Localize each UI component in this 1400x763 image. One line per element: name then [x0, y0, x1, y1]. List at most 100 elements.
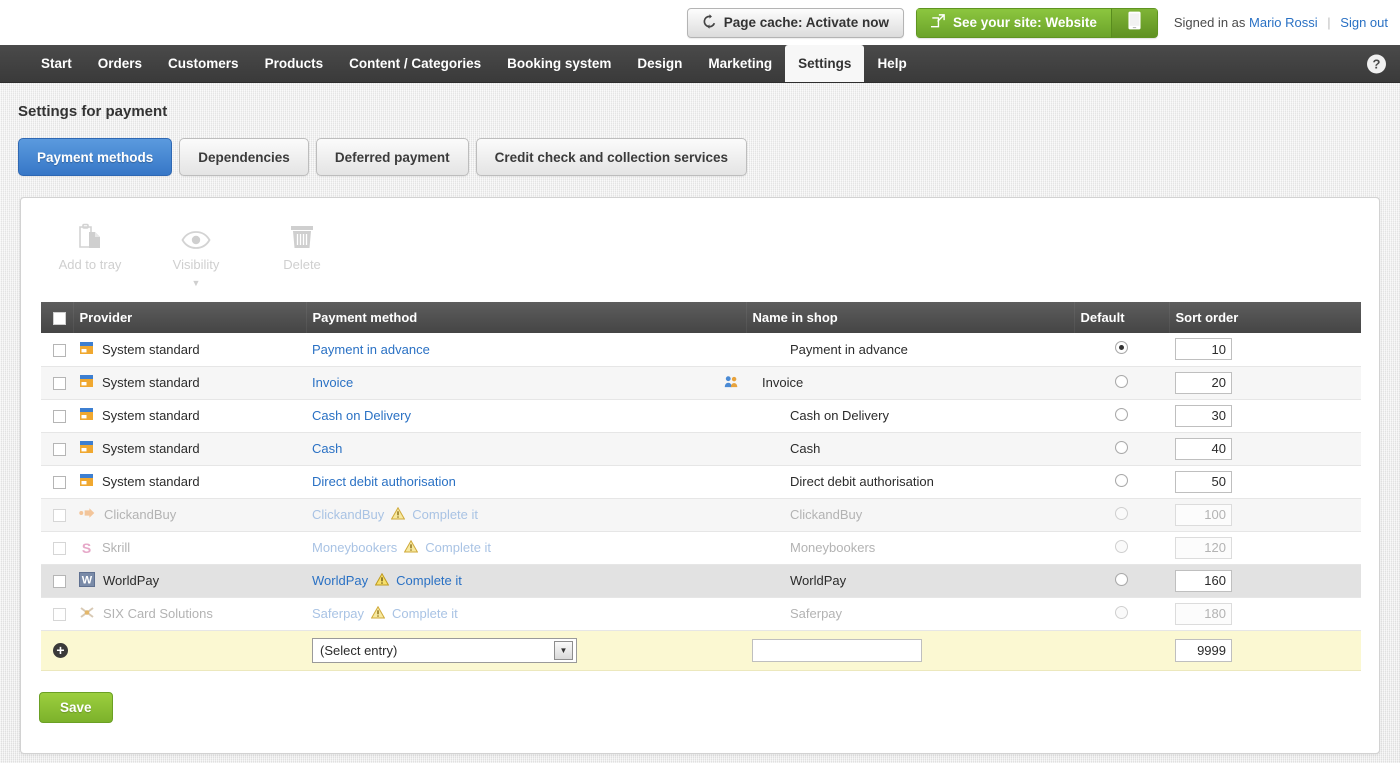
complete-it-link[interactable]: Complete it — [392, 606, 458, 621]
name-in-shop-label: Saferpay — [790, 606, 843, 621]
plus-circle-icon[interactable]: + — [53, 642, 68, 658]
sort-order-input[interactable] — [1175, 536, 1232, 559]
row-checkbox[interactable] — [53, 542, 66, 556]
sort-order-input[interactable] — [1175, 602, 1232, 625]
row-checkbox[interactable] — [53, 377, 66, 391]
payment-method-link[interactable]: Invoice — [312, 375, 353, 390]
default-radio[interactable] — [1115, 341, 1128, 355]
complete-it-link[interactable]: Complete it — [412, 507, 478, 522]
payment-method-link[interactable]: Moneybookers — [312, 540, 397, 555]
payment-method-link[interactable]: Payment in advance — [312, 342, 430, 357]
nav-item-settings[interactable]: Settings — [785, 45, 865, 82]
sort-order-input[interactable] — [1175, 470, 1232, 493]
nav-item-products[interactable]: Products — [252, 45, 337, 82]
payment-method-link[interactable]: WorldPay — [312, 573, 368, 588]
default-radio[interactable] — [1115, 440, 1128, 454]
default-radio[interactable] — [1115, 506, 1128, 520]
chevron-down-icon[interactable]: ▼ — [192, 279, 201, 288]
table-row: System standard Cash on Delivery Cash on… — [41, 399, 1361, 433]
row-checkbox[interactable] — [53, 410, 66, 424]
sort-order-input[interactable] — [1175, 437, 1232, 460]
nav-item-content-categories[interactable]: Content / Categories — [336, 45, 494, 82]
tab-payment-methods[interactable]: Payment methods — [18, 138, 173, 176]
column-sort-order[interactable]: Sort order — [1169, 302, 1361, 333]
name-in-shop-label: Payment in advance — [790, 341, 908, 357]
top-bar: Page cache: Activate now See your site: … — [0, 0, 1400, 45]
chevron-down-icon[interactable]: ▼ — [554, 640, 573, 660]
default-radio[interactable] — [1115, 572, 1128, 586]
status-separator: | — [1327, 15, 1331, 30]
mobile-preview-button[interactable] — [1111, 7, 1158, 38]
page-cache-button[interactable]: Page cache: Activate now — [686, 7, 905, 38]
tab-credit-check[interactable]: Credit check and collection services — [475, 138, 747, 176]
default-radio[interactable] — [1115, 473, 1128, 487]
provider-label: System standard — [102, 375, 200, 390]
payment-card-icon — [79, 374, 94, 391]
cell-sort-order — [1169, 399, 1361, 433]
payment-method-link[interactable]: Saferpay — [312, 606, 364, 621]
see-your-site-button[interactable]: See your site: Website — [916, 7, 1112, 38]
name-in-shop-label: Cash on Delivery — [790, 408, 889, 423]
tab-deferred-payment[interactable]: Deferred payment — [315, 138, 469, 176]
payment-method-link[interactable]: Cash — [312, 441, 342, 456]
sort-order-input[interactable] — [1175, 503, 1232, 526]
name-in-shop-input[interactable] — [752, 638, 922, 662]
complete-it-link[interactable]: Complete it — [396, 573, 462, 588]
add-to-tray-button[interactable]: Add to tray — [51, 220, 129, 272]
column-name-in-shop[interactable]: Name in shop — [746, 302, 1075, 333]
row-checkbox[interactable] — [53, 575, 66, 589]
cell-name-in-shop: Invoice — [724, 366, 1074, 400]
sort-order-input[interactable] — [1175, 338, 1232, 361]
nav-item-booking-system[interactable]: Booking system — [494, 45, 624, 82]
sign-out-link[interactable]: Sign out — [1340, 15, 1388, 30]
column-provider[interactable]: Provider — [73, 302, 307, 333]
cell-name-in-shop: Payment in advance — [746, 333, 1074, 367]
column-payment-method[interactable]: Payment method — [306, 302, 747, 333]
cell-payment-method: Direct debit authorisation — [306, 465, 746, 499]
customer-group-icon[interactable] — [724, 375, 752, 391]
column-default[interactable]: Default — [1074, 302, 1170, 333]
delete-button[interactable]: Delete — [263, 220, 341, 272]
default-radio[interactable] — [1115, 407, 1128, 421]
row-checkbox[interactable] — [53, 509, 66, 523]
default-radio[interactable] — [1115, 605, 1128, 619]
sort-order-input[interactable] — [1175, 371, 1232, 394]
nav-item-design[interactable]: Design — [624, 45, 695, 82]
provider-label: System standard — [102, 408, 200, 423]
new-sort-order-input[interactable] — [1175, 638, 1232, 662]
nav-item-help[interactable]: Help — [864, 45, 919, 82]
user-name-link[interactable]: Mario Rossi — [1249, 15, 1318, 30]
row-checkbox[interactable] — [53, 443, 66, 457]
table-row: System standard Direct debit authorisati… — [41, 465, 1361, 499]
complete-it-link[interactable]: Complete it — [425, 540, 491, 555]
sort-order-input[interactable] — [1175, 569, 1232, 592]
cell-new-default — [1074, 630, 1169, 671]
nav-item-marketing[interactable]: Marketing — [695, 45, 785, 82]
sort-order-input[interactable] — [1175, 404, 1232, 427]
cell-new-provider — [73, 630, 306, 671]
visibility-button[interactable]: Visibility ▼ — [157, 220, 235, 288]
select-all-checkbox[interactable] — [53, 312, 66, 326]
payment-method-link[interactable]: ClickandBuy — [312, 507, 384, 522]
cell-default — [1074, 597, 1169, 631]
table-row: S Skrill Moneybookers Complete it Moneyb… — [41, 531, 1361, 565]
default-radio[interactable] — [1115, 374, 1128, 388]
row-checkbox[interactable] — [53, 476, 66, 490]
default-radio[interactable] — [1115, 539, 1128, 553]
provider-label: ClickandBuy — [104, 507, 177, 522]
nav-item-start[interactable]: Start — [28, 45, 85, 82]
help-icon[interactable]: ? — [1367, 54, 1386, 73]
row-checkbox[interactable] — [53, 608, 66, 622]
payment-method-link[interactable]: Cash on Delivery — [312, 408, 411, 423]
save-button[interactable]: Save — [39, 691, 113, 723]
cell-default — [1074, 465, 1169, 499]
provider-label: System standard — [102, 341, 200, 357]
cell-provider: ClickandBuy — [73, 498, 306, 532]
nav-item-customers[interactable]: Customers — [155, 45, 252, 82]
nav-item-orders[interactable]: Orders — [85, 45, 155, 82]
row-checkbox[interactable] — [53, 343, 66, 357]
payment-method-link[interactable]: Direct debit authorisation — [312, 474, 456, 489]
tab-dependencies[interactable]: Dependencies — [179, 138, 309, 176]
payment-method-select[interactable]: (Select entry) ▼ — [312, 637, 577, 663]
see-your-site-group[interactable]: See your site: Website — [916, 7, 1158, 38]
